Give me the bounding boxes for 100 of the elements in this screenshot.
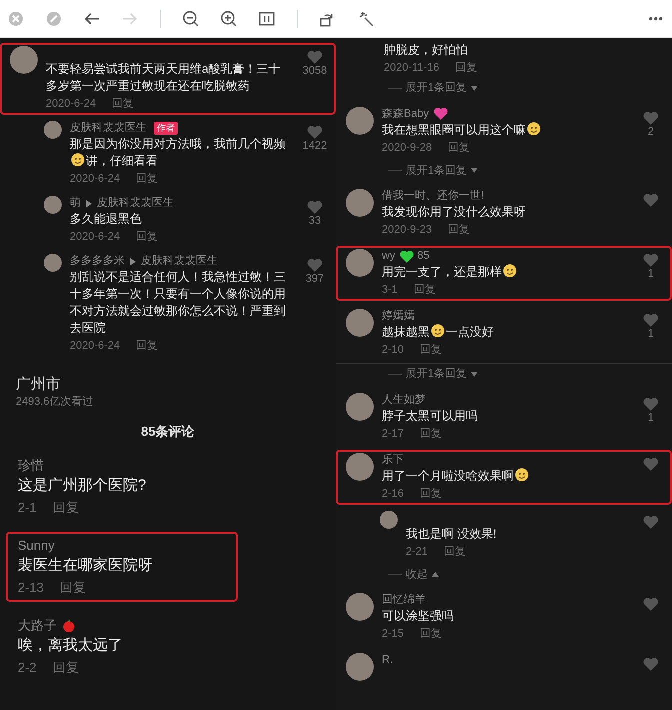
expand-replies-link[interactable]: 展开1条回复 — [406, 80, 468, 96]
caret-icon — [471, 372, 478, 377]
comment-date: 2-1 — [18, 498, 37, 516]
avatar[interactable] — [44, 121, 62, 139]
avatar[interactable] — [10, 46, 38, 74]
reply-link[interactable]: 回复 — [60, 578, 86, 596]
reply-link[interactable]: 回复 — [52, 658, 79, 676]
caret-icon — [432, 572, 439, 578]
like-count: 1 — [648, 327, 654, 341]
username[interactable]: 借我一时、还你一世! — [382, 189, 484, 204]
emoji-icon — [71, 153, 85, 167]
triangle-icon — [86, 200, 92, 208]
heart-icon — [400, 250, 414, 264]
reply-link[interactable]: 回复 — [136, 230, 158, 245]
caret-icon — [471, 86, 478, 91]
like-icon[interactable] — [307, 125, 323, 139]
avatar[interactable] — [346, 309, 374, 337]
triangle-icon — [130, 258, 136, 266]
username[interactable]: 婷嫣嫣 — [382, 309, 415, 324]
reply-link[interactable]: 回复 — [136, 172, 158, 187]
heart-icon — [434, 107, 448, 121]
reply-link[interactable]: 回复 — [420, 426, 442, 442]
reply-link[interactable]: 回复 — [112, 97, 134, 112]
comment-text: 那是因为你没用对方法哦，我前几个视频 — [70, 137, 286, 151]
comment-date: 2-13 — [18, 578, 44, 596]
avatar[interactable] — [44, 254, 62, 272]
username[interactable]: 珍惜 — [18, 456, 44, 474]
username[interactable]: 萌 — [70, 196, 81, 211]
reply-link[interactable]: 回复 — [52, 498, 79, 516]
username[interactable]: 皮肤科裴裴医生 — [97, 196, 174, 211]
avatar[interactable] — [346, 653, 374, 681]
comment-date: 2020-11-16 — [384, 61, 440, 76]
like-icon[interactable] — [643, 396, 659, 410]
username[interactable]: R. — [382, 653, 393, 668]
like-icon[interactable] — [643, 456, 659, 470]
like-icon[interactable] — [643, 597, 659, 611]
comment-date: 2020-6-24 — [46, 97, 96, 112]
avatar[interactable] — [346, 249, 374, 277]
reply-link[interactable]: 回复 — [455, 61, 478, 76]
like-count: 1 — [648, 267, 654, 281]
comment-date: 2020-9-23 — [382, 223, 432, 238]
comment-text: 裴医生在哪家医院呀 — [18, 556, 153, 574]
comment-text: 越抹越黑 — [382, 325, 430, 339]
like-icon[interactable] — [643, 253, 659, 267]
username[interactable]: 回忆绵羊 — [382, 593, 426, 608]
reply-link[interactable]: 回复 — [136, 339, 158, 354]
like-count: 33 — [308, 214, 322, 228]
like-icon[interactable] — [643, 313, 659, 327]
username[interactable]: 人生如梦 — [382, 392, 426, 408]
author-tag: 作者 — [154, 122, 178, 135]
reply-link[interactable]: 回复 — [420, 343, 442, 358]
username[interactable]: 大路子 — [18, 616, 57, 634]
avatar[interactable] — [380, 510, 398, 528]
avatar[interactable] — [346, 593, 374, 621]
reply-link[interactable]: 回复 — [414, 283, 436, 298]
username[interactable]: 乐下 — [382, 452, 404, 468]
reply-link[interactable]: 回复 — [444, 544, 466, 560]
like-count: 2 — [648, 124, 654, 138]
username[interactable]: 森森Baby — [382, 106, 430, 122]
avatar[interactable] — [346, 392, 374, 420]
like-icon[interactable] — [643, 514, 659, 528]
username[interactable]: 皮肤科裴裴医生 — [141, 254, 218, 269]
like-icon[interactable] — [643, 657, 659, 671]
reply-link[interactable]: 回复 — [420, 486, 442, 502]
avatar[interactable] — [44, 196, 62, 214]
zoom-in-icon[interactable] — [221, 10, 237, 26]
avatar[interactable] — [346, 452, 374, 480]
apple-icon — [62, 618, 76, 632]
username[interactable]: wy — [382, 249, 396, 264]
magic-wand-icon[interactable] — [358, 10, 374, 26]
expand-replies-link[interactable]: 展开1条回复 — [406, 366, 468, 382]
comment-text: 多久能退黑色 — [70, 212, 142, 226]
reply-link[interactable]: 回复 — [448, 223, 470, 238]
view-count: 2493.6亿次看过 — [16, 395, 95, 410]
username[interactable]: 皮肤科裴裴医生 — [70, 121, 147, 136]
avatar[interactable] — [346, 189, 374, 217]
expand-replies-link[interactable]: 展开1条回复 — [406, 162, 468, 179]
avatar[interactable] — [346, 106, 374, 134]
reply-link[interactable]: 回复 — [420, 627, 442, 642]
like-icon[interactable] — [307, 50, 323, 64]
collapse-link[interactable]: 收起 — [406, 566, 428, 583]
comment-count: 85条评论 — [141, 423, 195, 441]
comment-date: 2-21 — [406, 544, 428, 560]
emoji-icon — [431, 324, 445, 338]
username[interactable]: Sunny — [18, 536, 55, 554]
comment-date: 2-10 — [382, 343, 404, 358]
comment-date: 2020-6-24 — [70, 339, 120, 354]
fit-icon[interactable] — [259, 10, 275, 26]
back-arrow-icon[interactable] — [84, 10, 100, 26]
comment-text: 可以涂坚强吗 — [382, 609, 454, 623]
like-icon[interactable] — [643, 193, 659, 207]
like-icon[interactable] — [307, 258, 323, 272]
like-icon[interactable] — [307, 200, 323, 214]
like-icon[interactable] — [643, 110, 659, 124]
username[interactable]: 多多多多米 — [70, 254, 125, 269]
zoom-out-icon[interactable] — [183, 10, 199, 26]
comment-date: 2020-6-24 — [70, 172, 120, 187]
reply-link[interactable]: 回复 — [448, 140, 470, 156]
comment-text: 一点没好 — [446, 325, 494, 339]
comment-text: 用完一支了，还是那样 — [382, 265, 502, 279]
